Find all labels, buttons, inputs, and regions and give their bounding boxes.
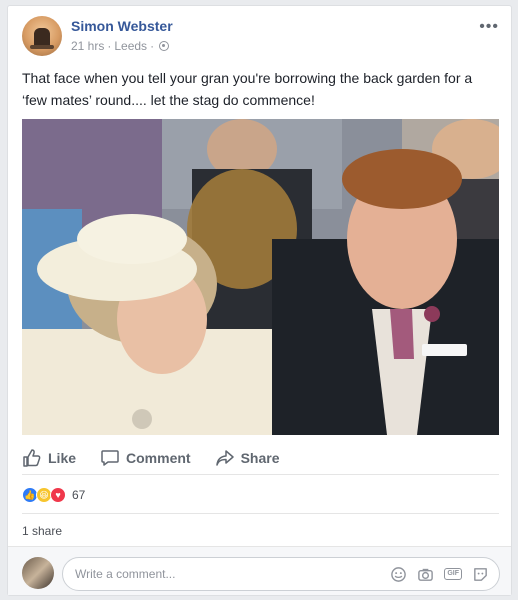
viewer-avatar (22, 557, 54, 589)
comment-label: Comment (126, 449, 191, 466)
post-photo[interactable] (22, 119, 499, 435)
more-options-icon[interactable]: ••• (479, 19, 499, 35)
like-button[interactable]: Like (22, 448, 76, 468)
reactions-summary[interactable]: 👍 😆 ♥ 67 (22, 484, 85, 506)
post-actions: Like Comment Share (22, 441, 499, 475)
gif-icon[interactable]: GIF (444, 568, 462, 580)
author-name[interactable]: Simon Webster (71, 18, 173, 34)
love-reaction-icon: ♥ (50, 487, 66, 503)
reaction-count[interactable]: 67 (72, 488, 85, 502)
comment-tools: GIF (390, 566, 499, 583)
share-icon (215, 449, 234, 466)
thumbs-up-icon (23, 448, 41, 467)
post-text: That face when you tell your gran you're… (22, 70, 473, 108)
comment-icon (101, 449, 119, 466)
post-location[interactable]: Leeds (114, 39, 147, 53)
post-card: Simon Webster 21 hrs · Leeds · ••• That … (7, 5, 512, 596)
author-avatar[interactable] (22, 16, 62, 56)
like-label: Like (48, 449, 77, 466)
camera-icon[interactable] (417, 566, 434, 583)
sticker-icon[interactable] (472, 566, 489, 583)
share-button[interactable]: Share (215, 448, 280, 468)
meta-separator: · (150, 39, 155, 53)
post-meta: 21 hrs · Leeds · (71, 39, 170, 53)
comment-placeholder: Write a comment... (75, 567, 176, 581)
globe-icon[interactable] (159, 41, 170, 51)
comment-button[interactable]: Comment (100, 448, 191, 468)
meta-separator: · (107, 39, 112, 53)
divider (22, 513, 499, 514)
comment-input[interactable]: Write a comment... GIF (62, 557, 500, 591)
emoji-icon[interactable] (390, 566, 407, 583)
comment-composer: Write a comment... GIF (8, 546, 511, 595)
post-time[interactable]: 21 hrs (71, 39, 104, 53)
share-label: Share (240, 449, 280, 466)
share-count[interactable]: 1 share (22, 524, 62, 538)
post-header: Simon Webster 21 hrs · Leeds · ••• (22, 16, 499, 58)
